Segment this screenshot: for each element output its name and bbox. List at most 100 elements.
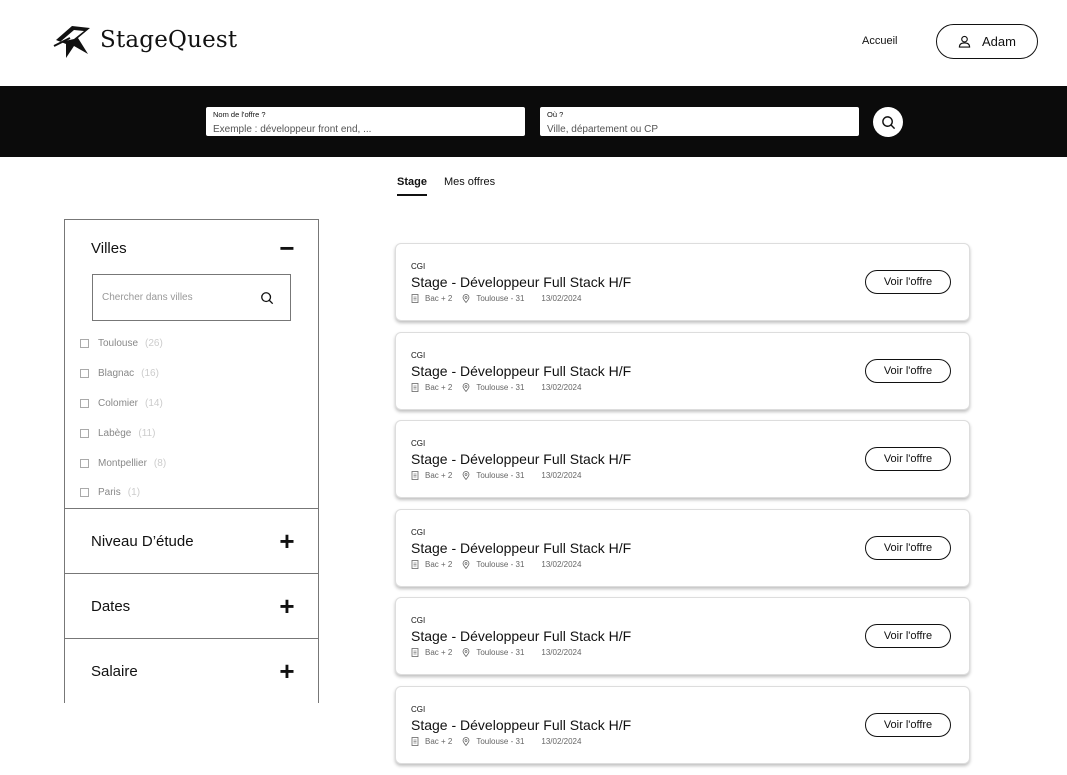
city-option-labege[interactable]: Labège (11) xyxy=(80,418,318,448)
filter-villes-title: Villes xyxy=(91,239,127,257)
checkbox[interactable] xyxy=(80,398,89,408)
checkbox[interactable] xyxy=(80,458,89,468)
document-icon xyxy=(411,559,419,569)
user-account-button[interactable]: Adam xyxy=(936,24,1038,59)
city-name: Paris xyxy=(98,487,121,499)
location-pin-icon xyxy=(462,471,470,481)
filter-dates-header[interactable]: Dates + xyxy=(65,574,318,638)
logo-text: StageQuest xyxy=(100,27,238,53)
offer-meta: Bac + 2 Toulouse - 31 13/02/2024 xyxy=(411,648,581,658)
expand-plus-icon[interactable]: + xyxy=(278,593,296,619)
search-button[interactable] xyxy=(873,107,903,137)
offer-date: 13/02/2024 xyxy=(541,559,582,569)
location-field[interactable]: Où ? xyxy=(540,107,859,136)
offer-card[interactable]: CGI Stage - Développeur Full Stack H/F B… xyxy=(395,508,970,587)
city-option-blagnac[interactable]: Blagnac (16) xyxy=(80,359,318,389)
location-pin-icon xyxy=(462,382,470,392)
logo-star-icon xyxy=(53,26,90,58)
offer-meta: Bac + 2 Toulouse - 31 13/02/2024 xyxy=(411,560,581,569)
document-icon xyxy=(411,294,419,303)
filter-salaire-title: Salaire xyxy=(91,662,138,680)
tab-stage[interactable]: Stage xyxy=(397,176,427,196)
view-offer-button[interactable]: Voir l'offre xyxy=(865,270,951,294)
location-pin-icon xyxy=(462,648,470,658)
offer-meta: Bac + 2 Toulouse - 31 13/02/2024 xyxy=(411,737,581,746)
filter-salaire-header[interactable]: Salaire + xyxy=(65,639,318,703)
document-icon xyxy=(411,737,419,746)
document-icon xyxy=(411,382,419,392)
offer-name-input[interactable] xyxy=(213,123,518,136)
filter-dates: Dates + xyxy=(65,574,318,639)
offer-company: CGI xyxy=(411,527,426,537)
location-pin-icon xyxy=(462,294,470,303)
expand-plus-icon[interactable]: + xyxy=(278,658,296,684)
filter-salaire: Salaire + xyxy=(65,639,318,704)
offer-card[interactable]: CGI Stage - Développeur Full Stack H/F B… xyxy=(395,331,970,410)
offer-title: Stage - Développeur Full Stack H/F xyxy=(411,539,632,556)
offer-name-field[interactable]: Nom de l'offre ? xyxy=(206,107,525,136)
view-offer-button[interactable]: Voir l'offre xyxy=(865,535,951,560)
city-option-colomier[interactable]: Colomier (14) xyxy=(80,389,318,419)
user-icon xyxy=(958,35,971,48)
document-icon xyxy=(411,471,419,481)
filter-villes-header[interactable]: Villes − xyxy=(65,220,318,274)
offer-title: Stage - Développeur Full Stack H/F xyxy=(411,274,632,290)
offer-card[interactable]: CGI Stage - Développeur Full Stack H/F B… xyxy=(395,243,970,321)
collapse-minus-icon[interactable]: − xyxy=(278,235,296,261)
filter-niveau-header[interactable]: Niveau D’étude + xyxy=(65,509,318,573)
offer-company: CGI xyxy=(411,439,426,449)
offer-level: Bac + 2 xyxy=(425,382,453,392)
checkbox[interactable] xyxy=(80,488,89,498)
location-input[interactable] xyxy=(547,123,852,136)
city-count: (11) xyxy=(138,427,156,439)
city-search-input[interactable] xyxy=(102,292,252,303)
offer-location: Toulouse - 31 xyxy=(476,471,525,481)
offer-meta: Bac + 2 Toulouse - 31 13/02/2024 xyxy=(411,471,582,481)
checkbox[interactable] xyxy=(80,339,89,349)
view-offer-button[interactable]: Voir l'offre xyxy=(865,712,951,737)
offer-card[interactable]: CGI Stage - Développeur Full Stack H/F B… xyxy=(395,420,970,499)
offer-card[interactable]: CGI Stage - Développeur Full Stack H/F B… xyxy=(395,597,970,676)
search-band: Nom de l'offre ? Où ? xyxy=(0,86,1067,157)
top-header: StageQuest Accueil Adam xyxy=(0,0,1067,86)
offer-date: 13/02/2024 xyxy=(541,294,582,303)
offer-title: Stage - Développeur Full Stack H/F xyxy=(411,362,632,379)
offer-company: CGI xyxy=(411,262,426,271)
offer-company: CGI xyxy=(411,616,426,626)
offer-level: Bac + 2 xyxy=(425,648,453,658)
search-icon xyxy=(881,115,895,129)
nav-home-link[interactable]: Accueil xyxy=(862,35,897,47)
tab-mes-offres[interactable]: Mes offres xyxy=(444,176,495,196)
expand-plus-icon[interactable]: + xyxy=(278,528,296,554)
city-search-box[interactable] xyxy=(92,274,291,321)
user-name: Adam xyxy=(982,34,1016,49)
city-count: (26) xyxy=(145,338,163,350)
city-option-toulouse[interactable]: Toulouse (26) xyxy=(80,329,318,359)
city-list: Toulouse (26) Blagnac (16) Colomier (14)… xyxy=(65,321,318,518)
offer-company: CGI xyxy=(411,350,426,360)
city-option-montpellier[interactable]: Montpellier (8) xyxy=(80,448,318,478)
filter-sidebar: Villes − Toulouse (26) Blagnac (16) xyxy=(64,219,319,703)
offer-name-label: Nom de l'offre ? xyxy=(213,110,266,119)
offer-meta: Bac + 2 Toulouse - 31 13/02/2024 xyxy=(411,383,581,392)
location-pin-icon xyxy=(462,737,470,746)
checkbox[interactable] xyxy=(80,369,89,379)
location-label: Où ? xyxy=(547,110,564,119)
filter-villes: Villes − Toulouse (26) Blagnac (16) xyxy=(65,220,318,509)
checkbox[interactable] xyxy=(80,428,89,438)
logo[interactable]: StageQuest xyxy=(52,20,237,60)
offer-list: CGI Stage - Développeur Full Stack H/F B… xyxy=(395,243,970,775)
city-option-paris[interactable]: Paris (1) xyxy=(80,478,318,508)
view-offer-button[interactable]: Voir l'offre xyxy=(865,624,951,649)
offer-location: Toulouse - 31 xyxy=(476,382,525,392)
city-count: (8) xyxy=(153,457,167,469)
view-offer-button[interactable]: Voir l'offre xyxy=(865,358,951,383)
offer-card[interactable]: CGI Stage - Développeur Full Stack H/F B… xyxy=(395,685,970,764)
filter-niveau-title: Niveau D’étude xyxy=(91,532,194,550)
city-count: (16) xyxy=(141,368,159,380)
offer-date: 13/02/2024 xyxy=(541,471,582,481)
view-offer-button[interactable]: Voir l'offre xyxy=(865,447,951,472)
offer-company: CGI xyxy=(411,704,426,714)
search-icon[interactable] xyxy=(260,291,274,305)
location-pin-icon xyxy=(462,559,470,569)
